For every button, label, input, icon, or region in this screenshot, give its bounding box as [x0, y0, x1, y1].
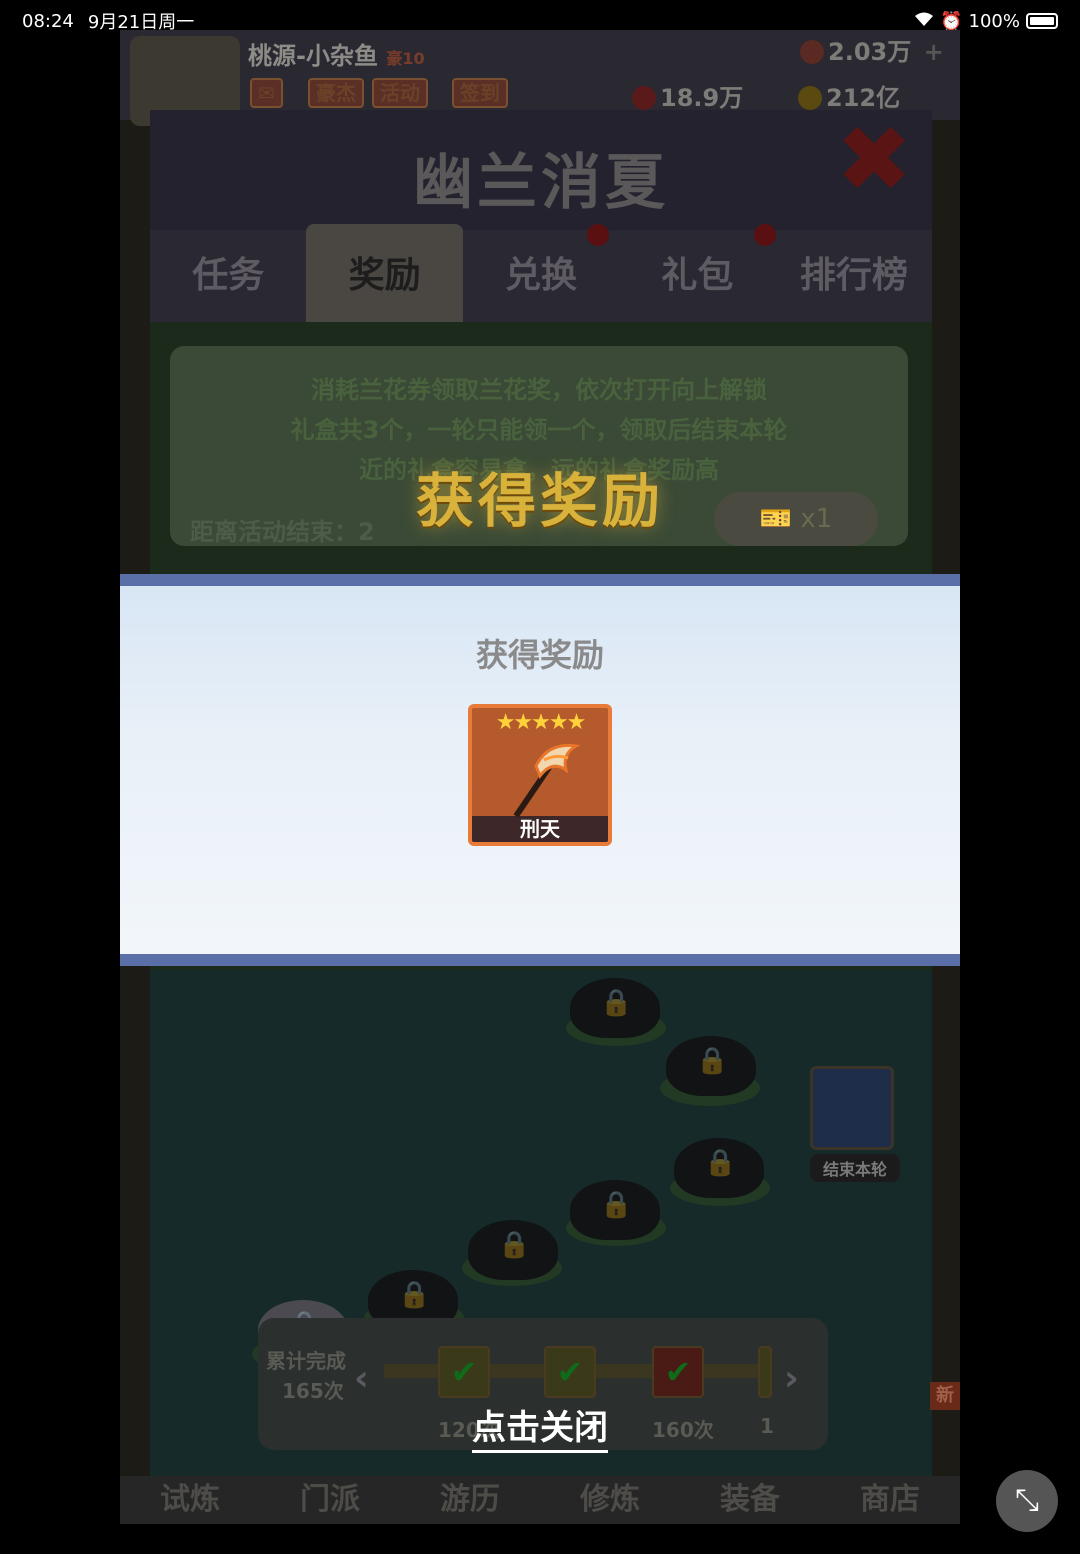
reward-title: 获得奖励	[475, 636, 604, 674]
locked-lotus-icon[interactable]	[674, 1138, 764, 1198]
nav-cultivate[interactable]: 修炼	[540, 1476, 680, 1524]
tap-to-close-label: 点击关闭	[472, 1408, 608, 1453]
gold-coin-icon	[798, 86, 822, 110]
gift-box-icon	[810, 1066, 894, 1150]
notification-dot	[587, 224, 610, 246]
locked-lotus-icon[interactable]	[666, 1036, 756, 1096]
tab-rewards[interactable]: 奖励	[306, 224, 463, 322]
nav-trial[interactable]: 试炼	[120, 1476, 260, 1524]
milestone-node-checked[interactable]: ✔	[438, 1346, 490, 1398]
nav-equipment[interactable]: 装备	[680, 1476, 820, 1524]
close-icon[interactable]: ✖	[834, 114, 914, 206]
activity-button[interactable]: 活动	[372, 78, 428, 108]
tab-exchange-label: 兑换	[505, 255, 578, 296]
nav-shop[interactable]: 商店	[820, 1476, 960, 1524]
milestone-node-checked[interactable]: ✔	[652, 1346, 704, 1398]
notification-dot	[753, 224, 776, 246]
axe-weapon-icon	[513, 743, 581, 818]
chevron-left-icon[interactable]: ‹	[354, 1358, 369, 1399]
locked-lotus-icon[interactable]	[570, 1180, 660, 1240]
tab-gift-pack-label: 礼包	[661, 255, 734, 296]
heroes-button[interactable]: 豪杰	[308, 78, 364, 108]
nav-sect[interactable]: 门派	[260, 1476, 400, 1524]
chevron-right-icon[interactable]: ›	[784, 1358, 799, 1399]
alarm-icon: ⏰	[940, 10, 963, 32]
star-rating-icon: ★★★★★	[495, 710, 587, 735]
add-gem-icon[interactable]: +	[924, 38, 944, 66]
rule-line: 消耗兰花券领取兰花奖，依次打开向上解锁	[311, 376, 767, 404]
nav-travel[interactable]: 游历	[400, 1476, 540, 1524]
checkin-button[interactable]: 签到	[452, 78, 508, 108]
cumulative-label: 累计完成 165次	[266, 1346, 346, 1406]
reward-item-name: 刑天	[472, 816, 608, 842]
mail-icon[interactable]: ✉	[250, 78, 283, 108]
panel-title: 幽兰消夏	[413, 148, 669, 218]
cumulative-label-text: 累计完成	[266, 1349, 346, 1373]
gem-icon	[800, 40, 824, 64]
locked-lotus-icon[interactable]	[570, 978, 660, 1038]
reward-dialog[interactable]: 获得奖励 ★★★★★ 刑天	[120, 574, 960, 966]
reward-banner: 获得奖励	[415, 467, 664, 535]
player-name-text: 桃源-小杂鱼	[248, 42, 378, 70]
battery-percent: 100%	[968, 10, 1020, 32]
tab-tasks[interactable]: 任务	[150, 230, 306, 322]
status-icons: ⏰ 100%	[914, 11, 1058, 32]
tab-exchange[interactable]: 兑换	[463, 224, 619, 322]
power-counter: 18.9万	[632, 78, 743, 113]
tab-bar: 任务 奖励 兑换 礼包 排行榜	[150, 224, 932, 322]
gem-value: 2.03万	[828, 38, 912, 66]
end-round-button[interactable]: 结束本轮	[810, 1066, 900, 1182]
shrink-window-icon[interactable]: ⤡	[996, 1470, 1058, 1532]
milestone-node[interactable]	[758, 1346, 772, 1398]
tap-to-close[interactable]: 点击关闭	[0, 1400, 1080, 1453]
locked-lotus-icon[interactable]	[468, 1220, 558, 1280]
vip-badge: 豪10	[386, 49, 425, 68]
reward-item-card[interactable]: ★★★★★ 刑天	[468, 704, 612, 846]
player-name: 桃源-小杂鱼 豪10	[248, 36, 425, 71]
bottom-nav: 试炼 门派 游历 修炼 装备 商店	[120, 1476, 960, 1524]
clock: 08:24	[22, 10, 74, 32]
wifi-icon	[914, 11, 934, 32]
rule-line: 礼盒共3个，一轮只能领一个，领取后结束本轮	[290, 416, 788, 444]
power-value: 18.9万	[660, 84, 744, 112]
panel-header: 幽兰消夏 ✖	[150, 110, 932, 230]
tab-gift-pack[interactable]: 礼包	[619, 224, 776, 322]
battery-icon	[1026, 13, 1058, 29]
player-header: 桃源-小杂鱼 豪10 ✉ 豪杰 活动 签到 2.03万 + 18.9万 212亿	[120, 30, 960, 126]
gem-counter: 2.03万 +	[800, 32, 944, 67]
power-icon	[632, 86, 656, 110]
milestone-node-checked[interactable]: ✔	[544, 1346, 596, 1398]
tab-ranking[interactable]: 排行榜	[776, 230, 932, 322]
end-round-label: 结束本轮	[810, 1154, 900, 1182]
